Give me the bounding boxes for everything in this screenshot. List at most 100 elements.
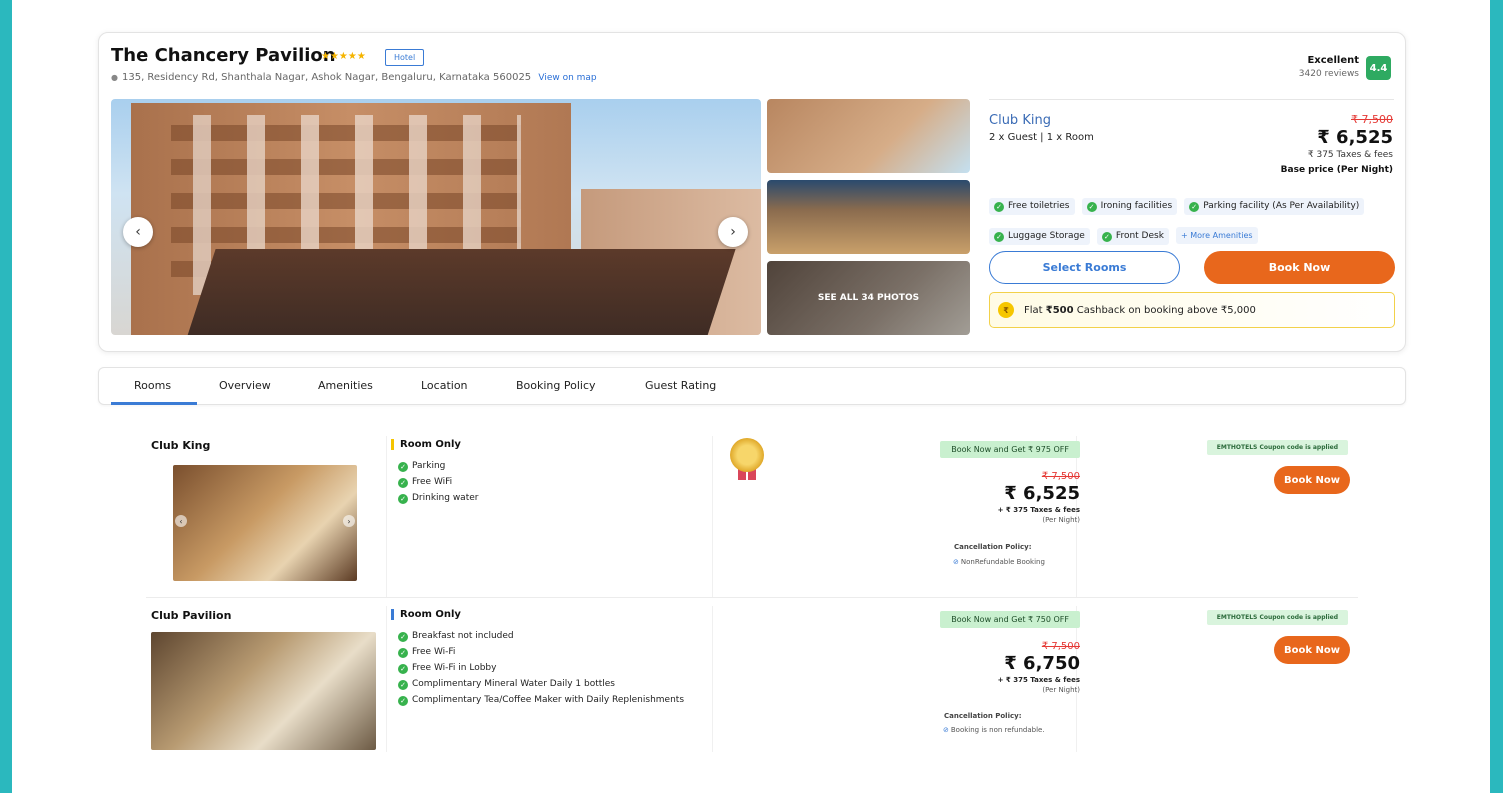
column-divider	[712, 436, 713, 597]
coupon-applied-tag: EMTHOTELS Coupon code is applied	[1206, 440, 1348, 455]
select-rooms-button[interactable]: Select Rooms	[989, 251, 1180, 284]
feature-label: Free WiFi	[412, 477, 453, 487]
room-price-block: ₹ 7,500 ₹ 6,750 + ₹ 375 Taxes & fees (Pe…	[998, 641, 1080, 694]
room-photo[interactable]: ‹ ›	[173, 465, 357, 581]
feature-label: Complimentary Tea/Coffee Maker with Dail…	[412, 695, 685, 705]
summary-price-block: ₹ 7,500 ₹ 6,525 ₹ 375 Taxes & fees Base …	[1281, 113, 1393, 175]
plan-feature: ✓ Free WiFi	[398, 477, 478, 488]
review-count[interactable]: 3420 reviews	[1299, 69, 1359, 79]
cancellation-text: ⊘ NonRefundable Booking	[953, 558, 1045, 566]
amenity-chip: ✓ Luggage Storage	[989, 228, 1090, 245]
amenity-chip: ✓ Ironing facilities	[1081, 198, 1178, 215]
location-pin-icon: ●	[111, 73, 118, 82]
cashback-amount: ₹500	[1045, 304, 1074, 316]
feature-label: Parking	[412, 461, 446, 471]
plan-title: Room Only	[391, 609, 461, 620]
photo-prev-icon[interactable]: ‹	[175, 515, 187, 527]
plan-feature: ✓ Complimentary Tea/Coffee Maker with Dai…	[398, 695, 684, 706]
per-night-label: (Per Night)	[1042, 516, 1080, 524]
tab-rooms[interactable]: Rooms	[134, 379, 171, 392]
plan-feature-list: ✓ Breakfast not included ✓ Free Wi-Fi ✓ Fre…	[398, 631, 684, 711]
check-icon: ✓	[398, 478, 408, 488]
shield-check-icon: ⊘	[953, 558, 959, 566]
amenity-label: Ironing facilities	[1100, 201, 1173, 211]
tab-guest-rating[interactable]: Guest Rating	[645, 379, 716, 392]
amenity-chip: ✓ Parking facility (As Per Availability)	[1184, 198, 1365, 215]
offer-tag: Book Now and Get ₹ 975 OFF	[940, 441, 1080, 458]
tab-location[interactable]: Location	[421, 379, 468, 392]
amenity-label: Free toiletries	[1008, 201, 1070, 211]
medal-disc	[730, 438, 764, 472]
tab-booking-policy[interactable]: Booking Policy	[516, 379, 596, 392]
check-icon: ✓	[398, 462, 408, 472]
room-original-price: ₹ 7,500	[1041, 471, 1080, 482]
summary-divider	[989, 99, 1394, 100]
gallery-prev-icon[interactable]: ‹	[123, 217, 153, 247]
see-all-photos-link[interactable]: SEE ALL 34 PHOTOS	[767, 261, 970, 335]
photo-canopy	[186, 249, 736, 335]
column-divider	[712, 606, 713, 752]
offer-tag: Book Now and Get ₹ 750 OFF	[940, 611, 1080, 628]
per-night-label: (Per Night)	[1042, 686, 1080, 694]
gallery-thumbnail-lounge[interactable]: SEE ALL 34 PHOTOS	[767, 261, 970, 335]
star-rating-icon: ★★★★★	[321, 51, 366, 62]
plan-feature: ✓ Complimentary Mineral Water Daily 1 bot…	[398, 679, 684, 690]
room-taxes: + ₹ 375 Taxes & fees	[997, 676, 1080, 684]
rupee-coin-icon: ₹	[998, 302, 1014, 318]
check-icon: ✓	[398, 696, 408, 706]
check-icon: ✓	[398, 648, 408, 658]
rating-label: Excellent	[1307, 55, 1359, 66]
shield-check-icon: ⊘	[943, 726, 949, 734]
gallery-thumbnail-restaurant[interactable]	[767, 180, 970, 254]
amenity-list: ✓ Free toiletries ✓ Ironing facilities ✓ Pa…	[989, 193, 1399, 253]
amenity-label: Luggage Storage	[1008, 231, 1085, 241]
gallery-thumbnail-exterior[interactable]	[767, 99, 970, 173]
base-price-note: Base price (Per Night)	[1280, 165, 1393, 175]
more-amenities-link[interactable]: + More Amenities	[1176, 227, 1258, 244]
active-tab-indicator	[111, 402, 197, 405]
check-icon: ✓	[994, 232, 1004, 242]
room-original-price: ₹ 7,500	[1041, 641, 1080, 652]
hotel-address: ● 135, Residency Rd, Shanthala Nagar, Ash…	[111, 72, 597, 83]
discounted-price: ₹ 6,525	[1317, 127, 1393, 148]
check-icon: ✓	[398, 494, 408, 504]
address-text: 135, Residency Rd, Shanthala Nagar, Asho…	[121, 72, 532, 83]
section-tabs: Rooms Overview Amenities Location Bookin…	[98, 367, 1406, 405]
feature-label: Complimentary Mineral Water Daily 1 bott…	[412, 679, 615, 689]
original-price: ₹ 7,500	[1351, 113, 1393, 126]
plan-feature: ✓ Drinking water	[398, 493, 478, 504]
room-name: Club King	[151, 439, 211, 452]
check-icon: ✓	[994, 202, 1004, 212]
view-on-map-link[interactable]: View on map	[538, 73, 596, 83]
photo-next-icon[interactable]: ›	[343, 515, 355, 527]
room-book-now-button[interactable]: Book Now	[1274, 466, 1350, 494]
main-hotel-photo[interactable]: ‹ ›	[111, 99, 761, 335]
check-icon: ✓	[1086, 202, 1097, 212]
cashback-prefix: Flat	[1024, 304, 1046, 316]
gallery-next-icon[interactable]: ›	[718, 217, 748, 247]
coupon-applied-tag: EMTHOTELS Coupon code is applied	[1206, 610, 1348, 625]
room-price-block: ₹ 7,500 ₹ 6,525 + ₹ 375 Taxes & fees (Pe…	[998, 471, 1080, 524]
cashback-suffix: Cashback on booking above ₹5,000	[1073, 304, 1256, 316]
feature-label: Breakfast not included	[412, 631, 514, 641]
room-price: ₹ 6,750	[1004, 653, 1080, 674]
best-deal-medal-icon	[730, 438, 764, 482]
room-taxes: + ₹ 375 Taxes & fees	[997, 506, 1080, 514]
room-photo[interactable]	[151, 632, 376, 750]
plan-feature: ✓ Parking	[398, 461, 478, 472]
cashback-banner: ₹ Flat ₹500 Cashback on booking above ₹5…	[989, 292, 1395, 328]
cancellation-label: Booking is non refundable.	[950, 726, 1045, 734]
hotel-type-badge: Hotel	[385, 49, 425, 66]
book-now-button[interactable]: Book Now	[1204, 251, 1395, 284]
room-book-now-button[interactable]: Book Now	[1274, 636, 1350, 664]
plan-feature-list: ✓ Parking ✓ Free WiFi ✓ Drinking water	[398, 461, 478, 509]
hotel-name: The Chancery Pavilion	[111, 45, 336, 66]
plan-title: Room Only	[391, 439, 461, 450]
amenity-label: Front Desk	[1115, 231, 1164, 241]
guest-room-info: 2 x Guest | 1 x Room	[989, 132, 1094, 143]
check-icon: ✓	[1101, 232, 1112, 242]
tab-overview[interactable]: Overview	[219, 379, 271, 392]
feature-label: Drinking water	[412, 493, 479, 503]
tab-amenities[interactable]: Amenities	[318, 379, 373, 392]
hotel-summary-card: The Chancery Pavilion ★★★★★ Hotel ● 135, …	[98, 32, 1406, 352]
